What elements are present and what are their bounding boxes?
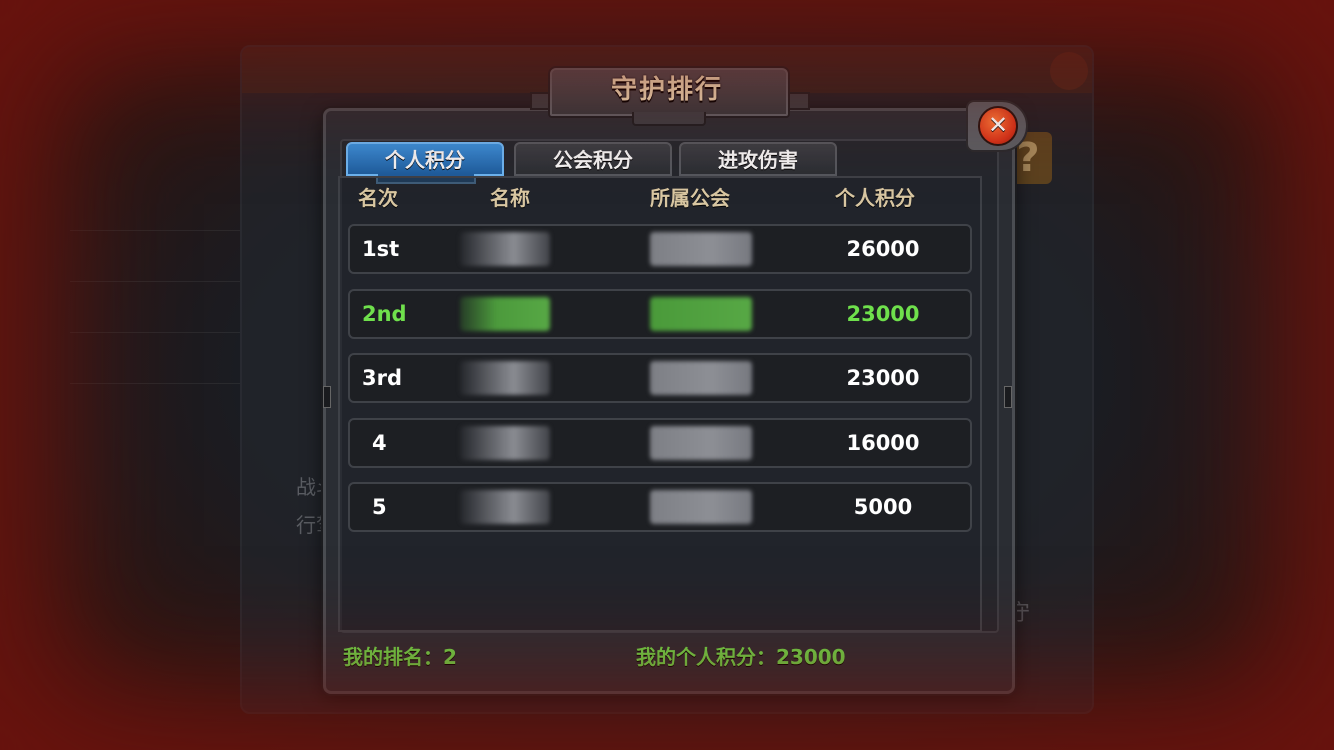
column-header-rank: 名次 — [358, 186, 398, 210]
background-sidebar — [70, 180, 240, 384]
column-header-name: 名称 — [490, 186, 530, 210]
close-icon[interactable]: ✕ — [978, 106, 1018, 146]
row-guild-redacted — [650, 232, 752, 266]
row-guild-redacted — [650, 297, 752, 331]
background-close-icon — [1050, 52, 1088, 90]
column-header-score: 个人积分 — [835, 186, 915, 210]
row-score: 23000 — [846, 366, 920, 390]
row-score: 23000 — [846, 302, 920, 326]
row-name-redacted — [460, 297, 550, 331]
row-name-redacted — [460, 426, 550, 460]
table-row[interactable]: 1st 26000 — [348, 224, 972, 274]
tab-attack-damage[interactable]: 进攻伤害 — [679, 142, 837, 176]
row-name-redacted — [460, 361, 550, 395]
row-guild-redacted — [650, 361, 752, 395]
dialog-side-tick-right — [1004, 386, 1012, 408]
row-score: 26000 — [846, 237, 920, 261]
my-rank-text: 我的排名：2 — [343, 645, 457, 669]
row-rank: 3rd — [362, 366, 403, 390]
table-row[interactable]: 4 16000 — [348, 418, 972, 468]
close-button[interactable]: ✕ — [966, 100, 1028, 152]
dialog-title: 守护排行 — [610, 75, 723, 105]
table-row[interactable]: 3rd 23000 — [348, 353, 972, 403]
title-notch — [632, 112, 706, 126]
row-guild-redacted — [650, 426, 752, 460]
column-header-guild: 所属公会 — [650, 186, 730, 210]
row-score: 5000 — [853, 495, 913, 519]
row-rank: 2nd — [362, 302, 407, 326]
table-row-self[interactable]: 2nd 23000 — [348, 289, 972, 339]
row-name-redacted — [460, 490, 550, 524]
tab-guild-score[interactable]: 公会积分 — [514, 142, 672, 176]
row-rank: 4 — [372, 431, 387, 455]
dialog-side-tick-left — [323, 386, 331, 408]
row-name-redacted — [460, 232, 550, 266]
row-rank: 5 — [372, 495, 387, 519]
row-score: 16000 — [846, 431, 920, 455]
row-rank: 1st — [362, 237, 400, 261]
tab-personal-score[interactable]: 个人积分 — [346, 142, 504, 184]
row-guild-redacted — [650, 490, 752, 524]
table-row[interactable]: 5 5000 — [348, 482, 972, 532]
my-score-text: 我的个人积分：23000 — [636, 645, 846, 669]
